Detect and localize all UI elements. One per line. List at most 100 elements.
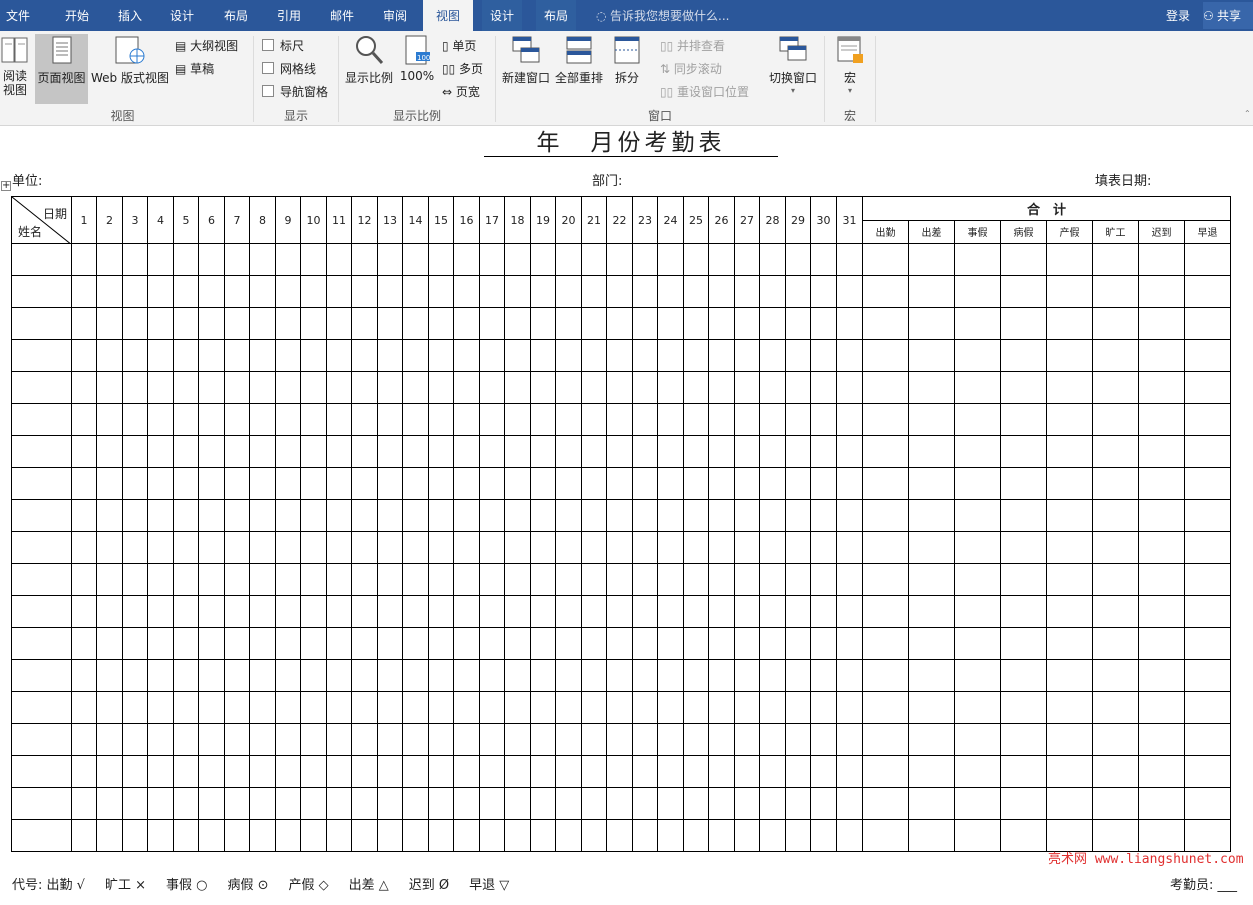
day-cell[interactable]	[708, 403, 735, 436]
day-cell[interactable]	[810, 595, 837, 628]
total-cell[interactable]	[1046, 435, 1093, 468]
day-cell[interactable]	[759, 243, 786, 276]
day-cell[interactable]	[147, 307, 174, 340]
total-column-header[interactable]: 病假	[1000, 219, 1047, 244]
day-cell[interactable]	[377, 691, 403, 724]
day-cell[interactable]	[224, 243, 250, 276]
total-cell[interactable]	[1138, 819, 1185, 852]
day-cell[interactable]	[122, 499, 148, 532]
day-cell[interactable]	[198, 723, 225, 756]
total-column-header[interactable]: 旷工	[1092, 219, 1139, 244]
split-button[interactable]: 拆分	[610, 34, 644, 86]
day-cell[interactable]	[453, 243, 480, 276]
day-cell[interactable]	[249, 563, 276, 596]
total-cell[interactable]	[1092, 307, 1139, 340]
day-cell[interactable]	[657, 691, 684, 724]
day-cell[interactable]	[606, 787, 633, 820]
day-cell[interactable]	[122, 563, 148, 596]
day-cell[interactable]	[708, 307, 735, 340]
day-cell[interactable]	[71, 691, 97, 724]
day-cell[interactable]	[734, 755, 760, 788]
day-cell[interactable]	[453, 659, 480, 692]
day-cell[interactable]	[708, 467, 735, 500]
day-cell[interactable]	[785, 403, 811, 436]
day-cell[interactable]	[632, 691, 658, 724]
total-cell[interactable]	[1092, 467, 1139, 500]
day-cell[interactable]	[300, 531, 327, 564]
day-cell[interactable]	[657, 467, 684, 500]
day-cell[interactable]	[249, 275, 276, 308]
day-cell[interactable]	[377, 819, 403, 852]
day-cell[interactable]	[377, 339, 403, 372]
total-cell[interactable]	[1092, 659, 1139, 692]
day-cell[interactable]	[122, 435, 148, 468]
day-cell[interactable]	[683, 627, 709, 660]
day-cell[interactable]	[581, 787, 607, 820]
day-cell[interactable]	[632, 531, 658, 564]
page-width-button[interactable]: ⇔ 页宽	[442, 83, 480, 100]
day-cell[interactable]	[504, 787, 531, 820]
day-cell[interactable]	[198, 243, 225, 276]
day-cell[interactable]	[402, 435, 429, 468]
day-cell[interactable]	[836, 531, 863, 564]
total-cell[interactable]	[862, 819, 909, 852]
total-cell[interactable]	[1184, 531, 1231, 564]
day-cell[interactable]	[836, 499, 863, 532]
total-cell[interactable]	[1184, 339, 1231, 372]
day-cell[interactable]	[606, 403, 633, 436]
day-cell[interactable]	[657, 371, 684, 404]
day-cell[interactable]	[836, 563, 863, 596]
name-cell[interactable]	[11, 403, 72, 436]
day-cell[interactable]	[173, 819, 199, 852]
day-cell[interactable]	[122, 531, 148, 564]
day-cell[interactable]	[479, 499, 505, 532]
day-cell[interactable]	[683, 275, 709, 308]
day-cell[interactable]	[581, 499, 607, 532]
day-cell[interactable]	[479, 627, 505, 660]
total-cell[interactable]	[908, 371, 955, 404]
day-cell[interactable]	[581, 595, 607, 628]
day-cell[interactable]	[759, 371, 786, 404]
name-cell[interactable]	[11, 691, 72, 724]
day-cell[interactable]	[683, 339, 709, 372]
day-cell[interactable]	[402, 275, 429, 308]
day-cell[interactable]	[224, 563, 250, 596]
day-cell[interactable]	[198, 499, 225, 532]
day-cell[interactable]	[122, 659, 148, 692]
day-cell[interactable]	[759, 723, 786, 756]
day-cell[interactable]	[555, 243, 582, 276]
day-cell[interactable]	[555, 339, 582, 372]
day-cell[interactable]	[428, 691, 454, 724]
day-cell[interactable]	[836, 723, 863, 756]
day-cell[interactable]	[275, 659, 301, 692]
day-cell[interactable]	[428, 435, 454, 468]
day-cell[interactable]	[683, 563, 709, 596]
day-header-cell[interactable]: 18	[504, 196, 531, 244]
total-cell[interactable]	[1184, 691, 1231, 724]
total-cell[interactable]	[954, 787, 1001, 820]
total-cell[interactable]	[1138, 627, 1185, 660]
day-cell[interactable]	[249, 595, 276, 628]
day-cell[interactable]	[632, 755, 658, 788]
day-cell[interactable]	[759, 755, 786, 788]
total-cell[interactable]	[1184, 595, 1231, 628]
day-cell[interactable]	[453, 787, 480, 820]
day-cell[interactable]	[402, 595, 429, 628]
day-cell[interactable]	[173, 563, 199, 596]
day-cell[interactable]	[122, 371, 148, 404]
day-cell[interactable]	[71, 659, 97, 692]
day-cell[interactable]	[122, 467, 148, 500]
day-cell[interactable]	[173, 275, 199, 308]
day-cell[interactable]	[351, 563, 378, 596]
day-cell[interactable]	[530, 467, 556, 500]
day-cell[interactable]	[683, 307, 709, 340]
total-cell[interactable]	[1000, 659, 1047, 692]
total-cell[interactable]	[862, 371, 909, 404]
day-header-cell[interactable]: 7	[224, 196, 250, 244]
day-cell[interactable]	[300, 691, 327, 724]
day-cell[interactable]	[300, 307, 327, 340]
day-cell[interactable]	[96, 691, 123, 724]
day-header-cell[interactable]: 24	[657, 196, 684, 244]
day-cell[interactable]	[555, 499, 582, 532]
web-layout-button[interactable]: Web 版式视图	[90, 34, 170, 86]
